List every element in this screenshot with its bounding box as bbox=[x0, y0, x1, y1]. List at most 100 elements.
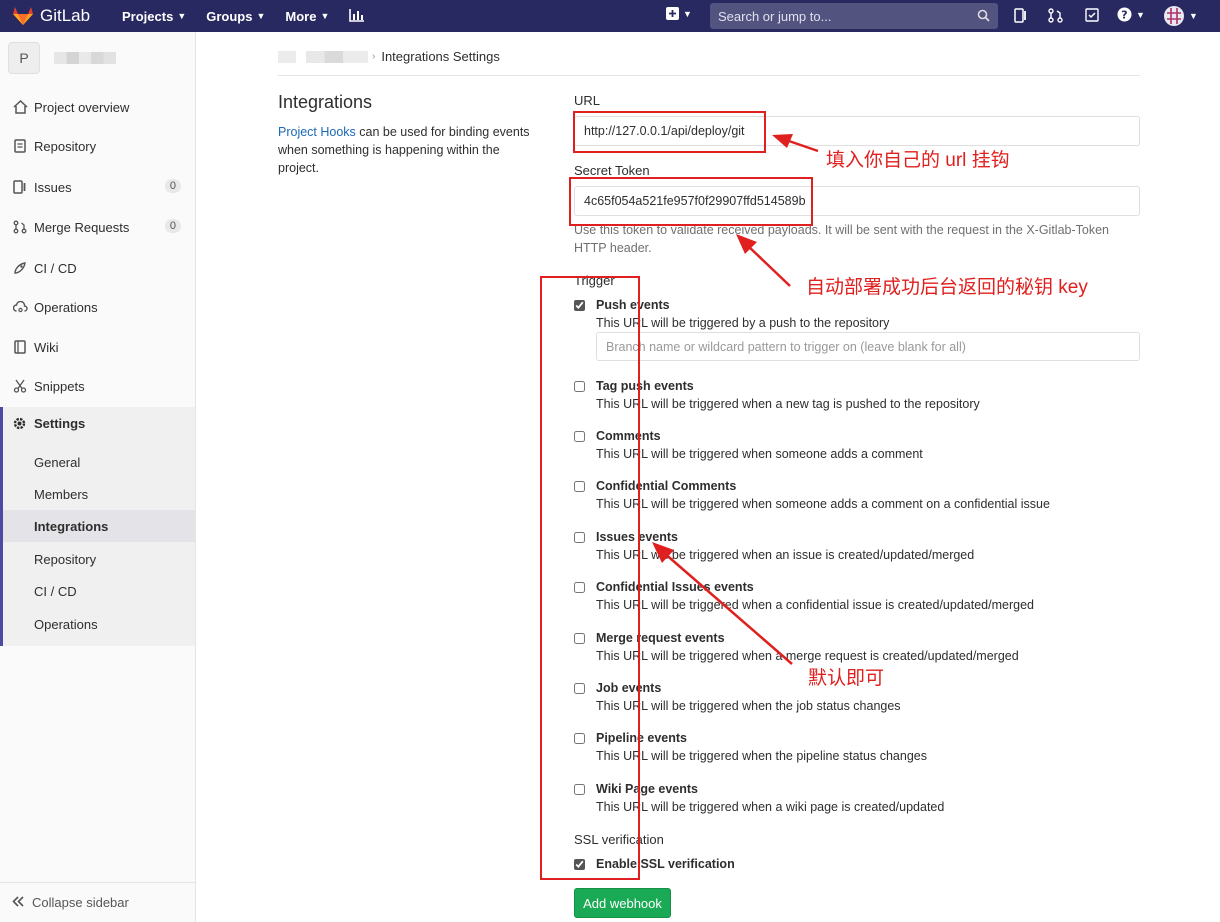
sidebar-item-ci-cd[interactable]: CI / CD bbox=[0, 251, 195, 285]
sidebar-item-label: Wiki bbox=[34, 339, 59, 355]
nav-more-label: More bbox=[285, 8, 317, 24]
avatar bbox=[1164, 6, 1184, 26]
sidebar-item-label: Repository bbox=[34, 138, 97, 154]
breadcrumb-current: Integrations Settings bbox=[381, 49, 500, 64]
annotation-url-note: 填入你自己的 url 挂钩 bbox=[826, 150, 1010, 171]
tanuki-icon bbox=[13, 7, 33, 25]
new-item-dropdown[interactable]: ▼ bbox=[666, 7, 692, 20]
top-navbar: GitLab Projects▼ Groups▼ More▼ ▼ ? ▼ ▼ bbox=[0, 0, 1220, 32]
sidebar-item-wiki[interactable]: Wiki bbox=[0, 330, 195, 364]
annotation-token-note: 自动部署成功后台返回的秘钥 key bbox=[806, 277, 1088, 298]
trigger-comments: Comments This URL will be triggered when… bbox=[574, 429, 1140, 469]
sidebar-item-operations[interactable]: Operations bbox=[0, 290, 195, 324]
search-box[interactable] bbox=[710, 3, 998, 29]
project-avatar: P bbox=[8, 42, 40, 74]
issues-count-badge: 0 bbox=[164, 179, 181, 193]
merge-request-nav-icon[interactable] bbox=[1048, 8, 1063, 23]
sidebar-item-snippets[interactable]: Snippets bbox=[0, 369, 195, 403]
nav-more[interactable]: More ▼ bbox=[285, 9, 329, 24]
double-chevron-left-icon bbox=[12, 895, 24, 910]
nav-projects-label: Projects bbox=[122, 8, 174, 24]
brand-name: GitLab bbox=[40, 6, 91, 25]
gear-icon bbox=[12, 415, 28, 431]
trigger-desc: This URL will be triggered by a push to … bbox=[596, 316, 890, 330]
sidebar-item-label: Issues bbox=[34, 179, 72, 195]
trigger-confidential-issues-events: Confidential Issues events This URL will… bbox=[574, 580, 1140, 620]
token-help-text: Use this token to validate received payl… bbox=[574, 223, 1110, 255]
project-header[interactable]: P bbox=[8, 42, 116, 74]
issues-nav-icon[interactable] bbox=[1014, 8, 1028, 23]
search-icon bbox=[977, 9, 990, 22]
help-icon: ? bbox=[1117, 7, 1132, 22]
breadcrumb-project-blurred[interactable] bbox=[306, 50, 368, 63]
secret-token-label: Secret Token bbox=[574, 163, 650, 178]
scissors-icon bbox=[12, 378, 28, 394]
nav-groups-label: Groups bbox=[206, 8, 253, 24]
trigger-pipeline-events: Pipeline events This URL will be trigger… bbox=[574, 731, 1140, 771]
chevron-down-icon: ▼ bbox=[177, 11, 187, 21]
issues-icon bbox=[12, 179, 28, 195]
sidebar-item-label: Snippets bbox=[34, 378, 85, 394]
trigger-issues-events: Issues events This URL will be triggered… bbox=[574, 530, 1140, 570]
trigger-desc: This URL will be triggered when an issue… bbox=[596, 548, 975, 562]
ssl-verification-option: Enable SSL verification bbox=[574, 857, 1140, 877]
trigger-desc: This URL will be triggered when a wiki p… bbox=[596, 800, 945, 814]
settings-sub-members[interactable]: Members bbox=[3, 478, 195, 510]
trigger-desc: This URL will be triggered when a confid… bbox=[596, 598, 1034, 612]
nav-projects[interactable]: Projects ▼ bbox=[122, 9, 186, 24]
activity-chart-icon[interactable] bbox=[349, 8, 365, 25]
trigger-confidential-comments: Confidential Comments This URL will be t… bbox=[574, 479, 1140, 519]
breadcrumb-group-blurred[interactable] bbox=[278, 50, 296, 63]
annotation-url-box bbox=[573, 111, 766, 153]
settings-sub-integrations[interactable]: Integrations bbox=[3, 510, 195, 542]
sidebar-item-label: CI / CD bbox=[34, 260, 77, 276]
sidebar-item-merge-requests[interactable]: Merge Requests 0 bbox=[0, 210, 195, 244]
chevron-down-icon: ▼ bbox=[320, 11, 330, 21]
trigger-desc: This URL will be triggered when a merge … bbox=[596, 649, 1019, 663]
sidebar: P Project overview Repository Issues 0 M… bbox=[0, 32, 196, 922]
settings-sub-repository[interactable]: Repository bbox=[3, 543, 195, 575]
help-dropdown[interactable]: ? ▼ bbox=[1117, 7, 1145, 22]
trigger-tag-push-events: Tag push events This URL will be trigger… bbox=[574, 379, 1140, 419]
collapse-sidebar-button[interactable]: Collapse sidebar bbox=[0, 882, 195, 922]
chevron-down-icon: ▼ bbox=[1136, 9, 1145, 20]
sidebar-item-label: Operations bbox=[34, 299, 98, 315]
sidebar-item-label: Project overview bbox=[34, 99, 130, 115]
annotation-triggers-box bbox=[540, 276, 640, 880]
cloud-gear-icon bbox=[12, 299, 28, 315]
book-icon bbox=[12, 339, 28, 355]
trigger-desc: This URL will be triggered when someone … bbox=[596, 447, 923, 461]
doc-icon bbox=[12, 138, 28, 154]
merge-requests-count-badge: 0 bbox=[164, 219, 181, 233]
project-hooks-link[interactable]: Project Hooks bbox=[278, 125, 356, 139]
branch-filter-input[interactable] bbox=[596, 332, 1140, 361]
plus-square-icon bbox=[666, 7, 679, 20]
merge-icon bbox=[12, 219, 28, 235]
nav-groups[interactable]: Groups ▼ bbox=[206, 9, 265, 24]
search-input[interactable] bbox=[710, 8, 960, 24]
gitlab-logo[interactable]: GitLab bbox=[12, 6, 102, 26]
settings-sub-ci-cd[interactable]: CI / CD bbox=[3, 575, 195, 607]
chevron-down-icon: ▼ bbox=[256, 11, 266, 21]
add-webhook-button[interactable]: Add webhook bbox=[574, 888, 671, 918]
user-menu[interactable]: ▼ bbox=[1163, 5, 1198, 27]
rocket-icon bbox=[12, 260, 28, 276]
trigger-desc: This URL will be triggered when the job … bbox=[596, 699, 901, 713]
settings-section: Settings General Members Integrations Re… bbox=[0, 407, 195, 646]
page-title: Integrations bbox=[278, 92, 373, 112]
sidebar-item-project-overview[interactable]: Project overview bbox=[0, 90, 195, 124]
settings-label: Settings bbox=[34, 415, 86, 431]
sidebar-item-issues[interactable]: Issues 0 bbox=[0, 170, 195, 204]
sidebar-item-repository[interactable]: Repository bbox=[0, 129, 195, 163]
settings-sub-general[interactable]: General bbox=[3, 446, 195, 478]
svg-text:?: ? bbox=[1121, 9, 1127, 22]
todo-check-icon[interactable] bbox=[1085, 8, 1099, 22]
sidebar-item-label: Merge Requests bbox=[34, 219, 130, 235]
settings-sub-operations[interactable]: Operations bbox=[3, 608, 195, 640]
project-name-blurred bbox=[54, 52, 116, 64]
annotation-token-box bbox=[569, 177, 813, 226]
breadcrumb: › Integrations Settings bbox=[278, 46, 1140, 76]
sidebar-item-settings[interactable]: Settings bbox=[12, 415, 85, 431]
intro-description: Project Hooks can be used for binding ev… bbox=[278, 123, 538, 177]
annotation-default-note: 默认即可 bbox=[808, 668, 885, 689]
